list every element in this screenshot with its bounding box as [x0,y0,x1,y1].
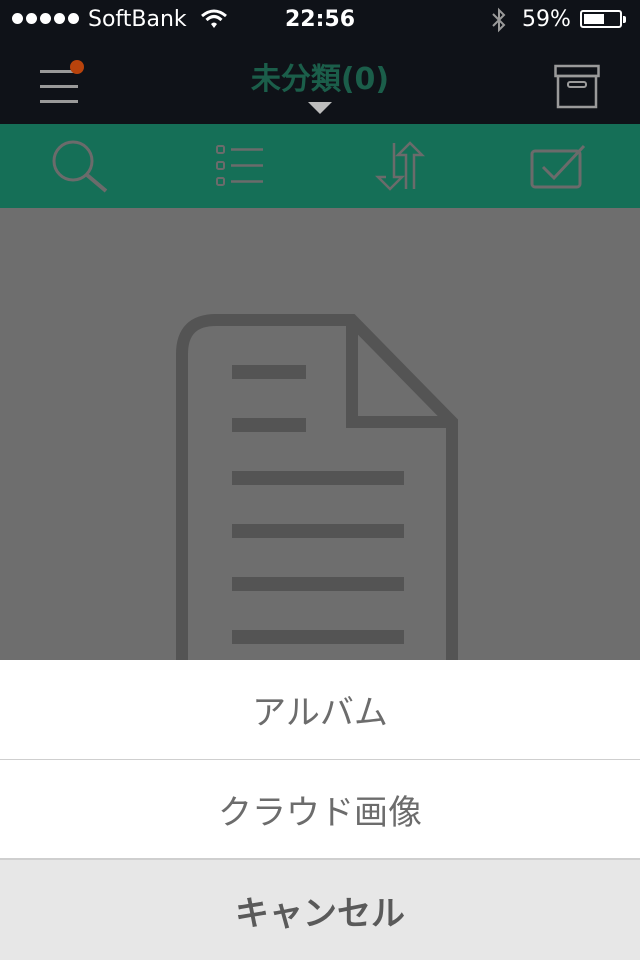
battery-icon [580,10,626,28]
action-sheet: アルバム クラウド画像 キャンセル [0,660,640,960]
toolbar [0,124,640,208]
list-icon[interactable] [210,140,270,192]
navigation-bar: 未分類(0) [0,40,640,124]
search-icon[interactable] [50,140,110,193]
caret-down-icon[interactable] [308,102,332,114]
archive-box-icon[interactable] [554,64,600,110]
document-icon [176,314,466,678]
album-option[interactable]: アルバム [0,660,640,760]
cloud-image-option[interactable]: クラウド画像 [0,760,640,859]
status-bar: SoftBank 22:56 59% [0,0,640,40]
checkbox-icon[interactable] [528,140,588,192]
cancel-button[interactable]: キャンセル [0,858,640,960]
bluetooth-icon [490,7,508,37]
battery-percent: 59% [522,7,571,32]
sort-icon[interactable] [370,140,430,192]
category-title[interactable]: 未分類(0) [0,54,640,98]
